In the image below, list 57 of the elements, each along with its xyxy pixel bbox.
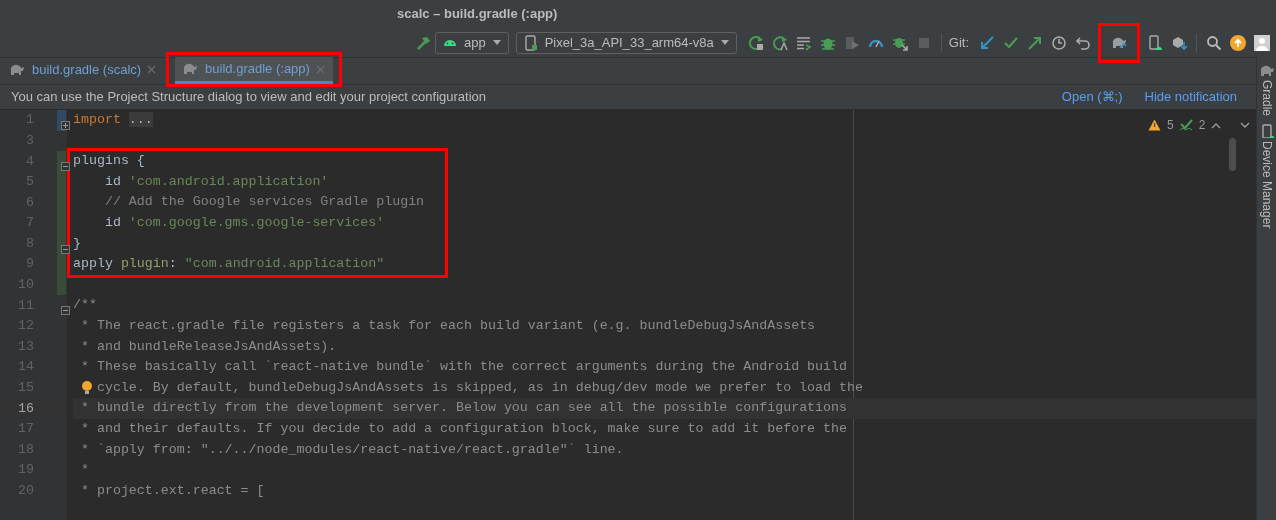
git-label: Git: [948,33,969,52]
collapse-fold-icon[interactable] [61,306,70,316]
update-badge-icon[interactable] [1230,34,1246,51]
collapse-fold-icon[interactable] [61,244,70,254]
line-number: 16 [17,399,34,418]
code-line: /** [73,296,98,315]
gradle-elephant-icon [1259,63,1274,77]
code-line: * and their defaults. If you decide to add a configuration block, make sure to add it before the [79,419,848,438]
previous-icon[interactable] [1211,121,1222,129]
lightbulb-icon[interactable] [80,381,93,395]
push-arrow-icon[interactable] [1027,34,1043,51]
code-line: * `apply from: "../../node_modules/react-native/react.gradle"` line. [79,440,625,459]
collapse-fold-icon[interactable] [61,162,70,172]
next-icon[interactable] [1240,121,1250,129]
expand-fold-icon[interactable] [61,121,70,130]
phone-icon [522,34,539,51]
avatar-icon[interactable] [1254,34,1270,51]
warning-icon[interactable] [1147,119,1161,131]
code-line: plugins { [73,152,146,171]
side-tool-tab[interactable]: Device Manager [1257,141,1276,229]
warning-count: 5 [1166,117,1174,134]
code-line: apply plugin: "com.android.application" [73,255,386,274]
update-arrow-icon[interactable] [979,34,995,51]
code-line: cycle. By default, bundleDebugJsAndAssets is skipped, as in debug/dev mode we prefer to load the [73,377,1256,399]
gradle-elephant-icon [183,61,200,77]
search-icon[interactable] [1206,34,1222,51]
editor-tab[interactable]: build.gradle (scalc) [0,58,165,84]
code-line: * and bundleReleaseJsAndAssets). [79,337,338,356]
apply-changes-icon[interactable] [771,34,788,51]
rerun-icon[interactable] [747,34,764,51]
notification-text: You can use the Project Structure dialog to view and edit your project configuration [11,88,488,107]
list-icon[interactable] [795,34,812,51]
scrollbar-thumb[interactable] [1229,138,1236,171]
notification-link[interactable]: Open (⌘;) [1061,87,1123,107]
history-icon[interactable] [1051,34,1067,51]
run-configuration-dropdown[interactable]: app [434,31,509,54]
caret-icon [719,39,730,46]
code-line: id 'com.android.application' [103,172,330,191]
device-manager-icon[interactable] [1147,34,1163,51]
sdk-manager-icon[interactable] [1171,34,1187,51]
code-line: * project.ext.react = [ [79,481,266,500]
editor-tab[interactable]: build.gradle (:app) [175,57,333,84]
side-tool-tab[interactable]: Gradle [1257,80,1276,117]
code-line: * The react.gradle file registers a task for each build variant (e.g. bundleDebugJsAndAssets [79,316,817,335]
code-line: } [73,234,82,253]
typo-check-icon[interactable] [1179,119,1193,131]
window-title: scalc – build.gradle (:app) [396,5,559,24]
code-line: * These basically call `react-native bundle` with the correct arguments during the Android build [79,358,848,377]
notification-link[interactable]: Hide notification [1144,87,1237,107]
code-line: * [79,461,90,480]
device-dropdown[interactable]: Pixel_3a_API_33_arm64-v8a [515,31,737,54]
caret-icon [491,39,502,46]
code-line: // Add the Google services Gradle plugin [103,193,426,212]
device-manager-icon [1259,124,1274,139]
revert-icon[interactable] [1075,34,1091,51]
typo-count: 2 [1198,117,1206,134]
code-line: id 'com.google.gms.google-services' [103,213,386,232]
